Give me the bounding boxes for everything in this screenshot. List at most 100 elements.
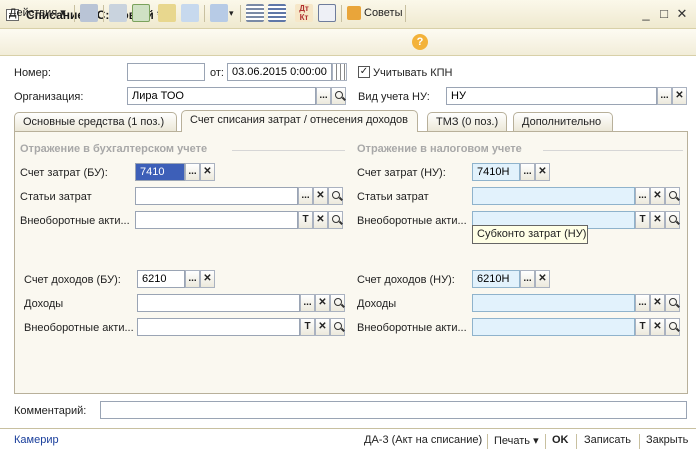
actions-menu-button[interactable]: Действия ▾: [9, 4, 66, 23]
nu-expense-items-select-button[interactable]: ...: [635, 187, 650, 205]
minimize-button[interactable]: _: [638, 6, 654, 22]
organization-label: Организация:: [14, 91, 84, 103]
maximize-button[interactable]: □: [656, 6, 672, 22]
nu-fixed-assets-search-icon[interactable]: [665, 211, 680, 229]
nu-type-field[interactable]: НУ: [446, 87, 657, 105]
nu-income-select-button[interactable]: ...: [635, 294, 650, 312]
list-icon[interactable]: [246, 4, 264, 22]
bu-fixed-assets-search-icon[interactable]: [328, 211, 343, 229]
bu-expense-account-field[interactable]: 7410: [135, 163, 185, 181]
bu-fixed-assets-field[interactable]: [135, 211, 298, 229]
nu-income-account-select-button[interactable]: ...: [520, 270, 535, 288]
copy-icon[interactable]: [109, 4, 127, 22]
bu-expense-items-field[interactable]: [135, 187, 298, 205]
calendar-icon[interactable]: [332, 63, 347, 81]
organization-select-button[interactable]: ...: [316, 87, 331, 105]
user-link[interactable]: Камерир: [14, 434, 59, 446]
add-icon[interactable]: [132, 4, 150, 22]
advice-button[interactable]: Советы: [364, 4, 402, 23]
nu-fixed-assets2-type-button[interactable]: T: [635, 318, 650, 336]
organization-search-icon[interactable]: [331, 87, 346, 105]
nu-fixed-assets2-clear-button[interactable]: ✕: [650, 318, 665, 336]
toolbar-separator: [405, 5, 406, 22]
reports-icon[interactable]: [158, 4, 176, 22]
print-form-button[interactable]: ДА-3 (Акт на списание): [364, 434, 482, 446]
bu-income-search-icon[interactable]: [330, 294, 345, 312]
nu-income-account-clear-button[interactable]: ✕: [535, 270, 550, 288]
bu-fixed-assets2-label: Внеоборотные акти...: [24, 322, 134, 334]
bu-expense-items-label: Статьи затрат: [20, 191, 92, 203]
ok-button[interactable]: OK: [552, 434, 569, 446]
nu-fixed-assets-label: Внеоборотные акти...: [357, 215, 467, 227]
nu-income-field[interactable]: [472, 294, 635, 312]
kpn-checkbox[interactable]: ✓: [358, 66, 370, 78]
bu-fixed-assets2-clear-button[interactable]: ✕: [315, 318, 330, 336]
nu-expense-account-field[interactable]: 7410Н: [472, 163, 520, 181]
journal-icon[interactable]: [318, 4, 336, 22]
bu-income-account-clear-button[interactable]: ✕: [200, 270, 215, 288]
toolbar: [0, 29, 696, 56]
nu-section-title: Отражение в налоговом учете: [357, 143, 522, 155]
nu-type-select-button[interactable]: ...: [657, 87, 672, 105]
bu-expense-items-select-button[interactable]: ...: [298, 187, 313, 205]
dt-kt-icon[interactable]: Дт Кт: [295, 4, 313, 22]
nu-fixed-assets2-field[interactable]: [472, 318, 635, 336]
nu-fixed-assets2-search-icon[interactable]: [665, 318, 680, 336]
nu-income-label: Доходы: [357, 298, 397, 310]
print-menu-button[interactable]: Печать ▾: [494, 434, 539, 447]
divider: [232, 150, 345, 151]
nu-income-search-icon[interactable]: [665, 294, 680, 312]
tab-additional[interactable]: Дополнительно: [513, 112, 613, 131]
bu-fixed-assets2-field[interactable]: [137, 318, 300, 336]
nu-expense-account-select-button[interactable]: ...: [520, 163, 535, 181]
bu-expense-account-select-button[interactable]: ...: [185, 163, 200, 181]
bu-expense-account-clear-button[interactable]: ✕: [200, 163, 215, 181]
tab-inventory[interactable]: ТМЗ (0 поз.): [427, 112, 507, 131]
bu-income-account-field[interactable]: 6210: [137, 270, 185, 288]
toolbar-separator: [240, 5, 241, 22]
save-button[interactable]: Записать: [584, 434, 631, 446]
nu-income-account-field[interactable]: 6210Н: [472, 270, 520, 288]
nu-income-account-label: Счет доходов (НУ):: [357, 274, 455, 286]
bu-income-clear-button[interactable]: ✕: [315, 294, 330, 312]
nu-expense-account-clear-button[interactable]: ✕: [535, 163, 550, 181]
tooltip: Субконто затрат (НУ): [472, 225, 588, 244]
toolbar-separator: [204, 5, 205, 22]
structure-icon[interactable]: [210, 4, 228, 22]
bu-fixed-assets-clear-button[interactable]: ✕: [313, 211, 328, 229]
toolbar-separator: [74, 5, 75, 22]
comment-field[interactable]: [100, 401, 687, 419]
nu-income-clear-button[interactable]: ✕: [650, 294, 665, 312]
close-button[interactable]: Закрыть: [646, 434, 688, 446]
tab-expense-account[interactable]: Счет списания затрат / отнесения доходов: [181, 110, 418, 132]
bu-expense-items-clear-button[interactable]: ✕: [313, 187, 328, 205]
goto-icon[interactable]: [181, 4, 199, 22]
post-document-icon[interactable]: [80, 4, 98, 22]
bu-section-title: Отражение в бухгалтерском учете: [20, 143, 208, 155]
bu-income-select-button[interactable]: ...: [300, 294, 315, 312]
nu-fixed-assets-type-button[interactable]: T: [635, 211, 650, 229]
bu-fixed-assets2-type-button[interactable]: T: [300, 318, 315, 336]
bu-fixed-assets2-search-icon[interactable]: [330, 318, 345, 336]
footer-separator: [545, 434, 546, 449]
nu-fixed-assets-clear-button[interactable]: ✕: [650, 211, 665, 229]
nu-expense-items-search-icon[interactable]: [665, 187, 680, 205]
divider: [543, 150, 683, 151]
chevron-down-icon[interactable]: ▾: [229, 4, 234, 23]
bu-expense-items-search-icon[interactable]: [328, 187, 343, 205]
bu-income-field[interactable]: [137, 294, 300, 312]
nu-type-clear-button[interactable]: ✕: [672, 87, 687, 105]
number-field[interactable]: [127, 63, 205, 81]
date-field[interactable]: 03.06.2015 0:00:00: [227, 63, 332, 81]
list-settings-icon[interactable]: [268, 4, 286, 22]
organization-field[interactable]: Лира ТОО: [127, 87, 316, 105]
help-icon[interactable]: ?: [412, 34, 428, 50]
print-label: Печать: [494, 435, 531, 447]
nu-expense-items-field[interactable]: [472, 187, 635, 205]
tab-fixed-assets[interactable]: Основные средства (1 поз.): [14, 112, 177, 131]
close-window-button[interactable]: ✕: [674, 6, 690, 22]
bu-fixed-assets-type-button[interactable]: T: [298, 211, 313, 229]
footer-divider: [0, 428, 696, 429]
nu-expense-items-clear-button[interactable]: ✕: [650, 187, 665, 205]
bu-income-account-select-button[interactable]: ...: [185, 270, 200, 288]
